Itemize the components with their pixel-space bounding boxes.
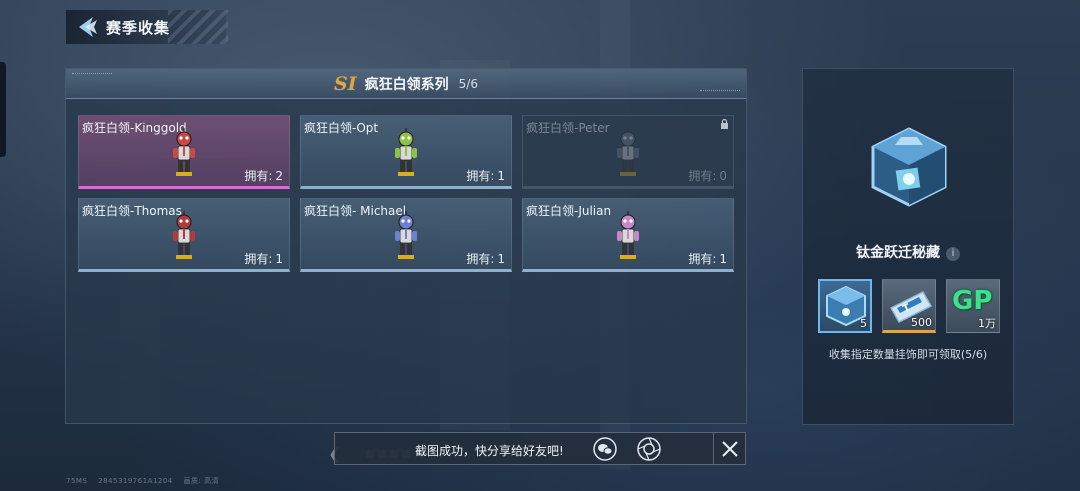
owned-count: 拥有: 0 xyxy=(688,167,727,184)
share-toast: 截图成功，快分享给好友吧! xyxy=(334,432,746,465)
back-arrow-icon xyxy=(79,17,97,37)
ornament-name: 疯狂白领-Opt xyxy=(304,121,379,135)
character-figure-icon xyxy=(173,128,195,176)
reward-name: 钛金跃迁秘藏 i xyxy=(803,242,1013,262)
reward-qty: 5 xyxy=(860,317,867,330)
ornament-name: 疯狂白领-Julian xyxy=(526,204,612,218)
owned-label: 拥有: xyxy=(466,252,495,266)
owned-label: 拥有: xyxy=(244,252,273,266)
ornament-card[interactable]: 疯狂白领-Kinggold 拥有: 2 xyxy=(78,115,290,189)
season-badge: SI xyxy=(334,72,357,95)
owned-label: 拥有: xyxy=(466,169,495,183)
reward-items: 5 T 500 GP 1万 xyxy=(818,279,1000,333)
reward-qty: 1万 xyxy=(978,317,996,330)
owned-number: 0 xyxy=(719,169,727,183)
ornament-card[interactable]: 疯狂白领-Peter 拥有: 0 xyxy=(522,115,734,189)
owned-number: 1 xyxy=(497,169,505,183)
collection-panel: SI 疯狂白领系列 5/6 疯狂白领-Kinggold 拥有: 2 疯狂白领-Opt 拥… xyxy=(65,68,747,424)
series-progress: 5/6 xyxy=(458,76,478,91)
owned-number: 2 xyxy=(275,169,283,183)
user-id: 2845319761A1204 xyxy=(98,477,173,485)
character-figure-icon xyxy=(617,128,639,176)
header-deco-left xyxy=(72,73,112,76)
character-figure-icon xyxy=(395,128,417,176)
reward-panel: 钛金跃迁秘藏 i 5 T 500 GP 1万 收集指定数量挂饰即可领取(5/6) xyxy=(802,68,1014,425)
series-title: 疯狂白领系列 xyxy=(364,76,449,93)
reward-qty: 500 xyxy=(911,316,932,329)
lock-icon xyxy=(721,119,728,129)
ornament-card[interactable]: 疯狂白领- Michael 拥有: 1 xyxy=(300,198,512,272)
owned-label: 拥有: xyxy=(244,169,273,183)
header-decoration xyxy=(168,10,228,44)
series-header: SI 疯狂白领系列 5/6 xyxy=(66,69,746,99)
owned-count: 拥有: 1 xyxy=(466,167,505,184)
ornament-card[interactable]: 疯狂白领-Julian 拥有: 1 xyxy=(522,198,734,272)
page-title: 赛季收集 xyxy=(106,18,171,37)
gp-currency-icon: GP xyxy=(952,286,993,316)
reward-description: 收集指定数量挂饰即可领取(5/6) xyxy=(828,348,988,361)
owned-label: 拥有: xyxy=(688,169,717,183)
owned-count: 拥有: 1 xyxy=(466,250,505,267)
back-button[interactable] xyxy=(66,10,106,44)
character-figure-icon xyxy=(395,211,417,259)
reward-item-gp[interactable]: GP 1万 xyxy=(946,279,1000,333)
character-figure-icon xyxy=(173,211,195,259)
ornament-card[interactable]: 疯狂白领-Thomas 拥有: 1 xyxy=(78,198,290,272)
camera-shutter-icon[interactable] xyxy=(637,437,661,465)
owned-number: 1 xyxy=(275,252,283,266)
ornament-name: 疯狂白领-Peter xyxy=(526,121,610,135)
ornament-card[interactable]: 疯狂白领-Opt 拥有: 1 xyxy=(300,115,512,189)
left-edge-handle xyxy=(0,62,6,157)
header-deco-right xyxy=(700,90,740,93)
owned-label: 拥有: xyxy=(688,252,717,266)
info-icon[interactable]: i xyxy=(946,247,960,261)
footer-info: 75MS 2845319761A1204 画质: 高清 xyxy=(66,476,227,486)
close-icon xyxy=(722,440,738,457)
reward-item-box[interactable]: 5 xyxy=(818,279,872,333)
wechat-share-icon[interactable] xyxy=(593,437,617,465)
titanium-box-icon[interactable] xyxy=(867,125,951,213)
owned-count: 拥有: 2 xyxy=(244,167,283,184)
reward-item-ticket[interactable]: T 500 xyxy=(882,279,936,333)
ping-readout: 75MS xyxy=(66,477,88,485)
owned-count: 拥有: 1 xyxy=(688,250,727,267)
owned-count: 拥有: 1 xyxy=(244,250,283,267)
character-figure-icon xyxy=(617,211,639,259)
quality-readout: 画质: 高清 xyxy=(183,477,220,485)
owned-number: 1 xyxy=(719,252,727,266)
share-message: 截图成功，快分享给好友吧! xyxy=(415,444,564,458)
owned-number: 1 xyxy=(497,252,505,266)
reward-name-text: 钛金跃迁秘藏 xyxy=(856,245,940,261)
close-share-button[interactable] xyxy=(713,433,746,464)
